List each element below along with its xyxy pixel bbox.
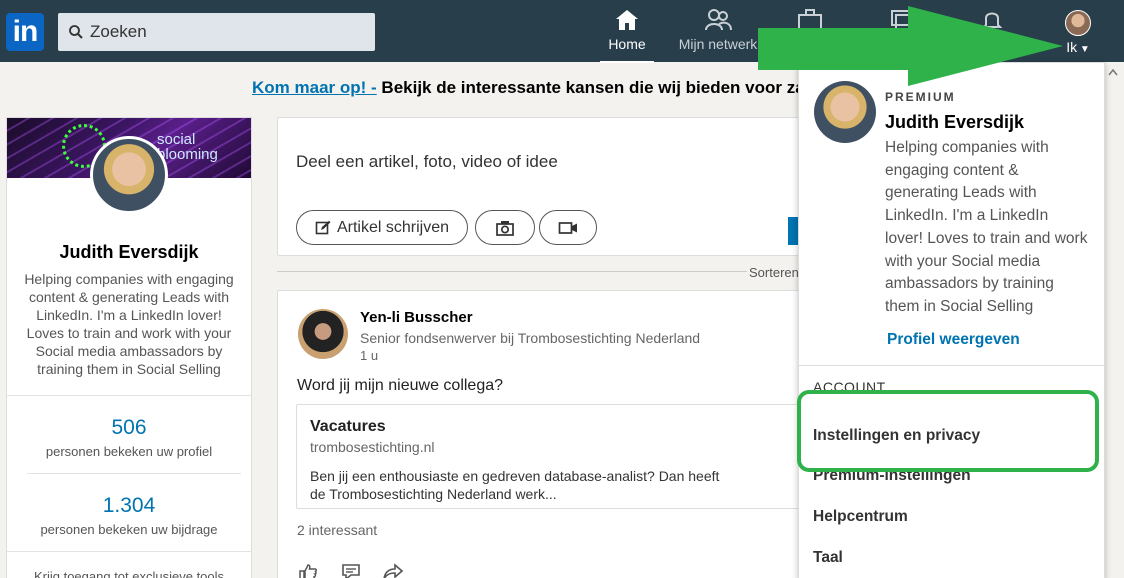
post-body: Word jij mijn nieuwe collega? (297, 377, 504, 394)
write-article-label: Artikel schrijven (336, 218, 450, 236)
divider (27, 473, 241, 474)
network-icon (705, 9, 732, 31)
post-author-role: Senior fondsenwerver bij Trombosestichti… (360, 330, 701, 346)
banner-brand-line1: social (157, 131, 196, 148)
divider (7, 395, 251, 396)
annotation-highlight-box (797, 390, 1099, 472)
annotation-arrow (758, 6, 1063, 86)
edit-icon (315, 220, 331, 234)
camera-icon (496, 220, 514, 236)
divider (7, 551, 251, 552)
sort-label[interactable]: Sorteren (749, 265, 799, 280)
profile-views-count[interactable]: 506 (7, 416, 251, 440)
share-box: Deel een artikel, foto, video of idee Ar… (277, 117, 818, 256)
home-icon (616, 10, 638, 30)
write-article-button[interactable]: Artikel schrijven (296, 210, 468, 245)
dropdown-avatar[interactable] (814, 81, 876, 143)
search-placeholder: Zoeken (90, 22, 147, 41)
promo-link[interactable]: Kom maar op! - (252, 78, 377, 97)
caret-down-icon: ▼ (1077, 44, 1090, 55)
video-icon (558, 221, 577, 234)
share-icon[interactable] (383, 563, 403, 578)
dropdown-headline: Helping companies with engaging content … (885, 139, 1088, 315)
author-avatar[interactable] (298, 309, 348, 359)
dropdown-name: Judith Eversdijk (885, 112, 1025, 132)
scroll-up-arrow-icon[interactable] (1108, 68, 1118, 76)
post-views-count[interactable]: 1.304 (7, 494, 251, 518)
profile-avatar[interactable] (90, 136, 168, 214)
profile-name[interactable]: Judith Eversdijk (7, 242, 251, 263)
profile-card: social blooming Judith Eversdijk Helping… (6, 117, 252, 578)
post-views-label[interactable]: personen bekeken uw bijdrage (7, 522, 251, 537)
profile-views-label[interactable]: personen bekeken uw profiel (7, 444, 251, 459)
menu-item-language[interactable]: Taal (813, 549, 843, 567)
menu-item-help-center[interactable]: Helpcentrum (813, 508, 908, 526)
nav-home-label: Home (608, 36, 646, 52)
comment-icon[interactable] (341, 563, 361, 578)
search-input[interactable]: Zoeken (58, 13, 375, 51)
promo-text: Bekijk de interessante kansen die wij bi… (376, 78, 802, 97)
divider (799, 365, 1104, 366)
promo-banner: Kom maar op! - Bekijk de interessante ka… (252, 78, 802, 98)
banner-brand: social blooming (157, 132, 218, 162)
me-avatar (1065, 10, 1091, 36)
like-icon[interactable] (298, 563, 318, 578)
link-preview[interactable]: Vacatures trombosestichting.nl Ben jij e… (296, 404, 816, 509)
banner-brand-line2: blooming (157, 146, 218, 163)
link-domain: trombosestichting.nl (310, 439, 435, 455)
link-title: Vacatures (310, 418, 386, 435)
feed-divider (277, 271, 747, 272)
nav-my-network[interactable]: Mijn netwerk (676, 8, 760, 52)
add-photo-button[interactable] (475, 210, 535, 245)
share-placeholder[interactable]: Deel een artikel, foto, video of idee (296, 152, 558, 172)
link-description: Ben jij een enthousiaste en gedreven dat… (310, 468, 720, 502)
feed-post: Yen-li Busscher Senior fondsenwerver bij… (277, 290, 817, 578)
me-dropdown: PREMIUM Judith Eversdijk Helping compani… (798, 62, 1105, 578)
search-icon (69, 25, 83, 39)
premium-label: PREMIUM (885, 90, 956, 104)
profile-headline: Helping companies with engaging content … (24, 271, 234, 377)
nav-network-label: Mijn netwerk (678, 36, 758, 52)
post-author[interactable]: Yen-li Busscher (360, 309, 473, 326)
add-video-button[interactable] (539, 210, 597, 245)
nav-home[interactable]: Home (600, 8, 654, 63)
post-time: 1 u (360, 348, 379, 363)
linkedin-logo[interactable]: in (6, 13, 44, 51)
reactions-count[interactable]: 2 interessant (297, 522, 377, 538)
premium-teaser[interactable]: Krijg toegang tot exclusieve tools (7, 569, 251, 578)
view-profile-link[interactable]: Profiel weergeven (887, 331, 1020, 349)
